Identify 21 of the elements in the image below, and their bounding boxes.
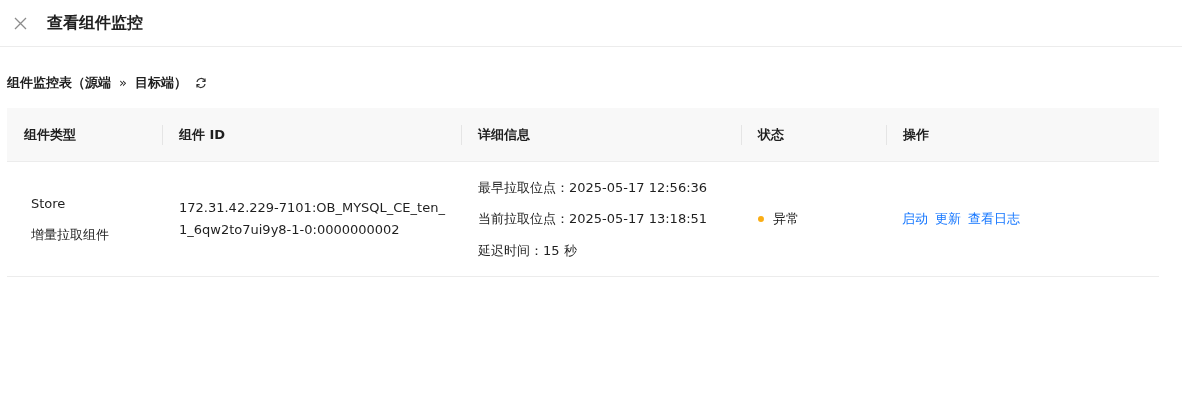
table-cell-text: 增量拉取组件 xyxy=(31,226,110,244)
section-title: 目标端） xyxy=(134,74,187,93)
close-icon[interactable] xyxy=(14,16,27,30)
section-title: 组件监控表（源端 xyxy=(7,74,111,93)
table-cell-text: 延迟时间：15 秒 xyxy=(478,241,578,260)
table-cell-text: 最早拉取位点：2025-05-17 12:56:36 xyxy=(478,178,709,197)
column-header: 组件类型 xyxy=(24,125,76,144)
column-header: 状态 xyxy=(758,125,784,144)
separator-glyph: » xyxy=(119,74,127,93)
column-header: 组件 ID xyxy=(179,125,226,144)
column-header: 详细信息 xyxy=(478,125,530,144)
action-link[interactable]: 更新 xyxy=(935,209,961,229)
column-header: 操作 xyxy=(903,125,929,144)
table-cell-text: 172.31.42.229-7101:OB_MYSQL_CE_ten_1_6qw2to7ui9y8-1-0:0000000002 xyxy=(179,199,446,239)
dialog-title: 查看组件监控 xyxy=(47,12,143,34)
refresh-icon[interactable] xyxy=(194,77,207,89)
table-cell-text: Store xyxy=(31,194,67,213)
action-link[interactable]: 启动 xyxy=(902,209,928,229)
action-link[interactable]: 查看日志 xyxy=(968,209,1020,229)
status-text: 异常 xyxy=(773,210,799,229)
table-cell-text: 当前拉取位点：2025-05-17 13:18:51 xyxy=(478,210,709,229)
